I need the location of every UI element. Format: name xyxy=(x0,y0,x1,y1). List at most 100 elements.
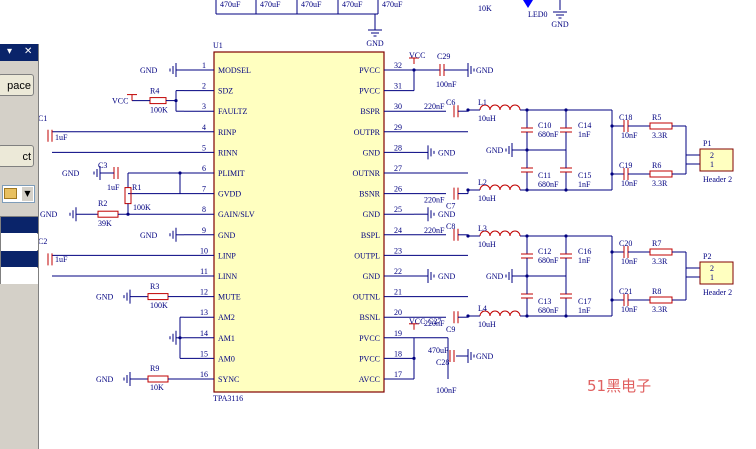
component-value: 100K xyxy=(133,203,151,212)
component-value: 680nF xyxy=(538,256,559,265)
pin-number: 11 xyxy=(200,267,208,276)
input-network: GND VCC R4 100K C1 1uF GND C3 1uF R1 100K GND R2 39K G… xyxy=(38,63,184,392)
component-value: 1uF xyxy=(107,183,120,192)
pin-name: BSPL xyxy=(361,231,380,240)
header-ref: P1 xyxy=(703,139,711,148)
component-ref: C16 xyxy=(578,247,591,256)
chevron-down-icon[interactable]: ▼ xyxy=(22,187,33,201)
net-label-gnd: GND xyxy=(551,20,569,29)
junction-dot xyxy=(564,314,568,318)
list-item[interactable] xyxy=(1,251,38,267)
pin-name: OUTNL xyxy=(353,293,380,302)
net-label-gnd: GND xyxy=(486,146,504,155)
panel-button-1[interactable]: pace xyxy=(0,74,34,96)
component-value: 100K xyxy=(150,106,168,115)
capacitor-value: 470uF xyxy=(382,0,403,9)
pin-name: RINP xyxy=(218,128,237,137)
watermark-text: 51黑电子 xyxy=(587,377,651,395)
pin-number: 28 xyxy=(394,143,402,152)
chip-part-number: TPA3116 xyxy=(213,394,243,403)
capacitor-value: 470uF xyxy=(220,0,241,9)
pin-number: 3 xyxy=(202,102,206,111)
component-value: 1nF xyxy=(578,256,591,265)
panel-dropdown[interactable]: ▼ xyxy=(2,185,35,203)
net-label-gnd: GND xyxy=(486,272,504,281)
pin-name: AVCC xyxy=(359,375,380,384)
pin-name: BSPR xyxy=(360,107,380,116)
capacitor-value: 470uF xyxy=(342,0,363,9)
junction-dot xyxy=(610,172,614,176)
pin-name: PVCC xyxy=(359,66,380,75)
component-ref: C13 xyxy=(538,297,551,306)
resistor xyxy=(649,296,673,304)
component-value: 10uH xyxy=(478,240,496,249)
component-value: 3.3R xyxy=(652,305,668,314)
component-ref: C18 xyxy=(619,113,632,122)
net-label-gnd: GND xyxy=(40,210,58,219)
component-value: 680nF xyxy=(538,180,559,189)
net-label-gnd: GND xyxy=(476,66,494,75)
component-ref: C29 xyxy=(437,52,450,61)
resistor xyxy=(149,97,167,105)
junction-dot xyxy=(178,336,182,340)
component-value: 100nF xyxy=(436,80,457,89)
pin-name: GND xyxy=(363,148,381,157)
pin-name: PVCC xyxy=(359,87,380,96)
pin-name: GAIN/SLV xyxy=(218,210,255,219)
junction-dot xyxy=(610,250,614,254)
component-ref: C3 xyxy=(98,161,107,170)
list-item[interactable] xyxy=(1,268,38,284)
component-ref: C7 xyxy=(446,202,455,211)
junction-dot xyxy=(525,314,529,318)
resistor xyxy=(649,122,673,130)
header-pin: 2 xyxy=(710,151,714,160)
junction-dot xyxy=(564,234,568,238)
pin-number: 10 xyxy=(200,246,208,255)
led-ref: LED0 xyxy=(528,10,548,19)
junction-dot xyxy=(525,108,529,112)
net-label-gnd: GND xyxy=(62,169,80,178)
pin-name: BSNR xyxy=(359,190,381,199)
component-value: 470uF xyxy=(428,346,449,355)
pin-name: AM1 xyxy=(218,334,235,343)
list-item[interactable] xyxy=(1,217,38,233)
component-value: 100nF xyxy=(436,386,457,395)
pin-name: OUTPR xyxy=(354,128,381,137)
pin-icon[interactable]: ▾ xyxy=(7,45,12,59)
component-value: 3.3R xyxy=(652,131,668,140)
list-item[interactable] xyxy=(1,234,38,250)
component-ref: C27 xyxy=(428,317,441,326)
header-name: Header 2 xyxy=(703,288,732,297)
tpa3116-chip[interactable]: U1 TPA3116 1 MODSEL 2 SDZ 3 FAULTZ 4 RINP 5 RINN 6 PL… xyxy=(184,41,414,403)
component-value: 680nF xyxy=(538,130,559,139)
pin-name: BSNL xyxy=(360,313,381,322)
close-icon[interactable]: ✕ xyxy=(24,45,32,59)
panel-list[interactable] xyxy=(0,216,38,284)
header-pin: 1 xyxy=(710,160,714,169)
led-icon xyxy=(523,0,533,8)
pin-number: 18 xyxy=(394,349,402,358)
schematic-canvas[interactable]: 470uF 470uF 470uF 470uF 470uFGND10KLED0GND U… xyxy=(0,0,756,449)
pin-number: 20 xyxy=(394,308,402,317)
output-filter-network: GNDGNDGND220nF C6 L110uH220nFC7L210uH220nF… xyxy=(414,98,734,334)
component-ref: R4 xyxy=(150,87,159,96)
pin-number: 23 xyxy=(394,246,402,255)
junction-dot xyxy=(178,171,182,175)
header-connector xyxy=(699,261,734,285)
net-label-vcc: VCC xyxy=(112,97,128,106)
pin-number: 8 xyxy=(202,205,206,214)
top-capacitor-bank: 470uF 470uF 470uF 470uF 470uFGND10KLED0GND xyxy=(215,0,569,48)
panel-titlebar[interactable]: ▾ ✕ xyxy=(0,44,38,61)
component-value: 10nF xyxy=(621,257,638,266)
pin-number: 2 xyxy=(202,82,206,91)
net-label-gnd: GND xyxy=(476,352,494,361)
component-value: 1nF xyxy=(578,180,591,189)
panel-button-2[interactable]: ct xyxy=(0,145,34,167)
component-ref: R7 xyxy=(652,239,661,248)
folder-icon xyxy=(4,188,17,199)
component-value: 10uH xyxy=(478,320,496,329)
junction-dot xyxy=(412,356,416,360)
component-value: 10K xyxy=(150,383,164,392)
component-ref: L1 xyxy=(478,98,487,107)
pin-number: 31 xyxy=(394,82,402,91)
